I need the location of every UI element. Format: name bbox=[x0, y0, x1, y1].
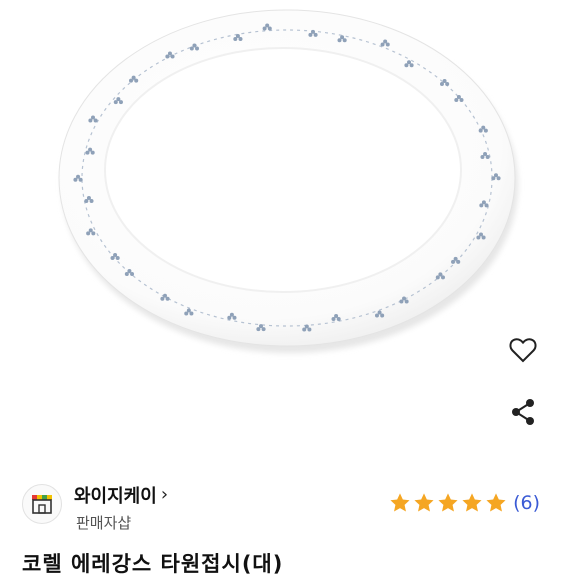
heart-outline-icon bbox=[509, 338, 537, 363]
product-title: 코렐 에레강스 타원접시(대) bbox=[22, 552, 284, 576]
shop-icon bbox=[32, 495, 52, 514]
like-button[interactable] bbox=[506, 333, 540, 367]
seller-link[interactable]: 와이지케이 › bbox=[74, 482, 168, 508]
star-icon bbox=[462, 493, 482, 512]
star-rating bbox=[389, 492, 507, 514]
seller-name: 와이지케이 bbox=[74, 486, 157, 507]
star-icon bbox=[390, 493, 410, 512]
share-button[interactable] bbox=[506, 395, 540, 429]
chevron-right-icon: › bbox=[160, 484, 169, 505]
share-icon bbox=[512, 399, 534, 425]
seller-type: 판매자샵 bbox=[76, 514, 132, 532]
product-image[interactable] bbox=[0, 0, 568, 470]
star-icon bbox=[438, 493, 458, 512]
star-icon bbox=[414, 493, 434, 512]
seller-row: 와이지케이 › 판매자샵 (6) bbox=[0, 472, 568, 542]
plate-illustration bbox=[58, 9, 518, 353]
shop-logo[interactable] bbox=[22, 484, 62, 524]
review-count: (6) bbox=[513, 492, 540, 514]
rating-summary[interactable]: (6) bbox=[389, 492, 540, 514]
star-icon bbox=[486, 493, 506, 512]
